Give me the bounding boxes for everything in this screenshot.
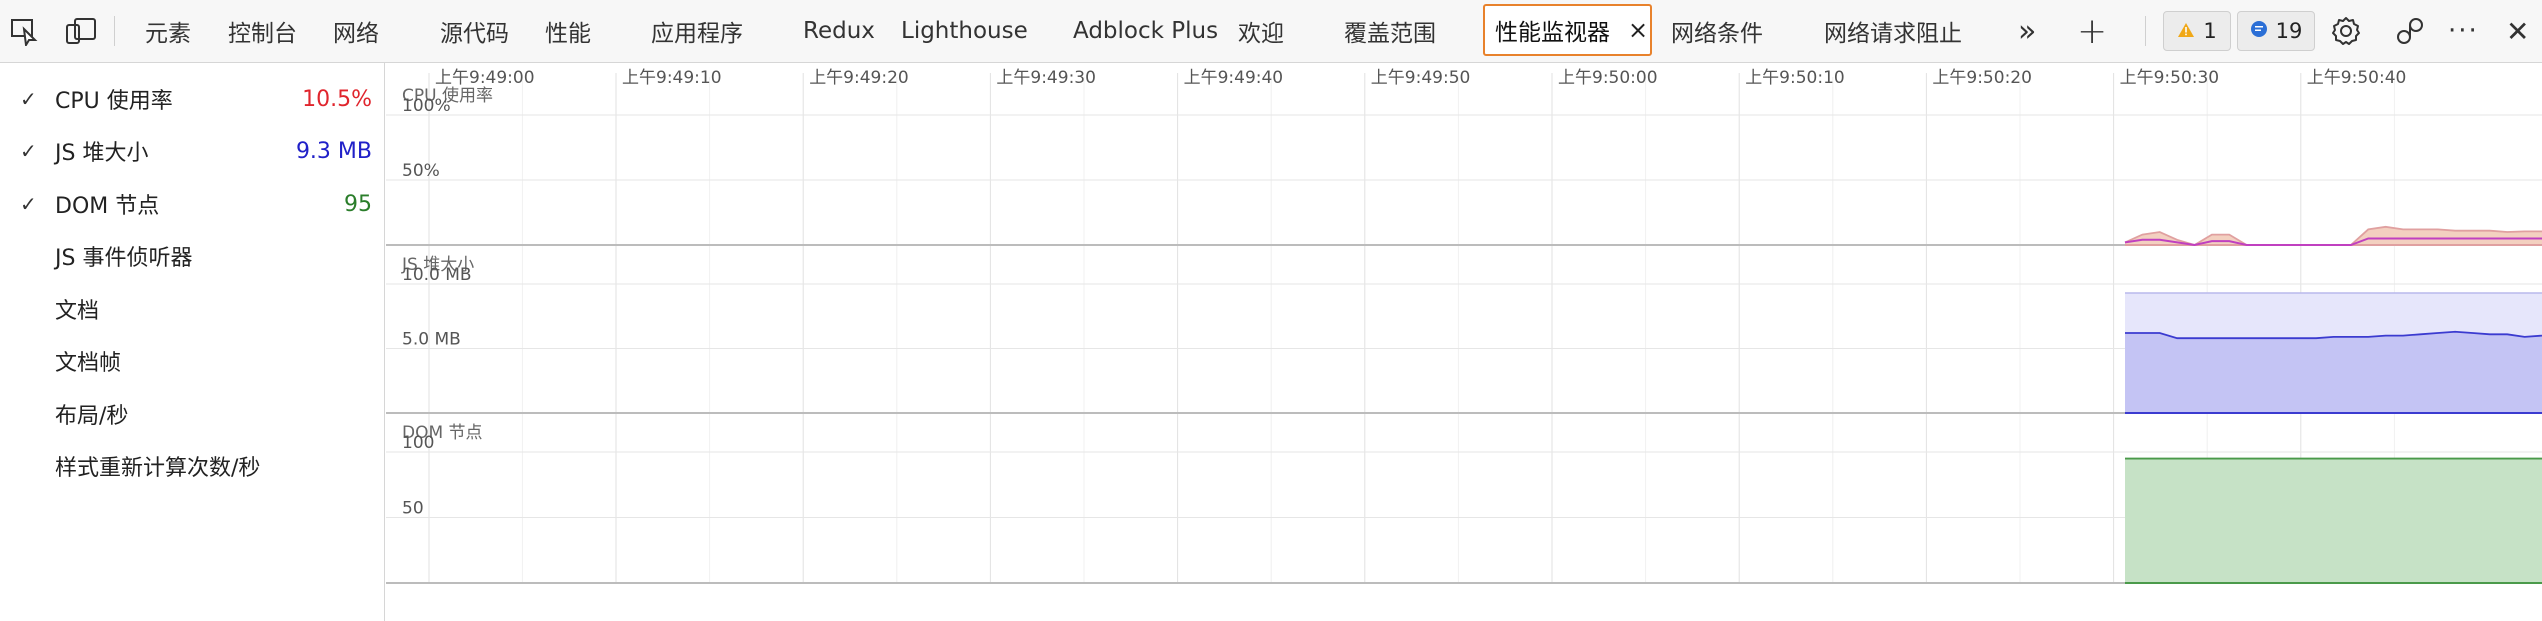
messages-count: 19	[2275, 19, 2303, 43]
metric-label: 布局/秒	[55, 404, 129, 429]
series-area	[2125, 458, 2542, 583]
add-tab-icon[interactable]: +	[2077, 0, 2107, 62]
metric-value: 9.3 MB	[295, 138, 372, 164]
warning-icon	[2177, 19, 2195, 43]
time-tick-label: 上午9:49:30	[996, 68, 1096, 88]
close-tab-icon[interactable]: ×	[1628, 16, 1648, 44]
metric-label: 文档帧	[55, 351, 122, 376]
tab-network-conditions[interactable]: 网络条件	[1671, 0, 1763, 62]
tab-elements[interactable]: 元素	[145, 0, 191, 62]
tab-label: 性能监视器	[1495, 20, 1610, 46]
metric-dom-nodes[interactable]: ✓ DOM 节点 95	[0, 179, 384, 229]
tab-coverage[interactable]: 覆盖范围	[1344, 0, 1436, 62]
metric-label: JS 事件侦听器	[55, 246, 193, 271]
metric-label: 文档	[55, 299, 100, 324]
metric-js-event-listeners[interactable]: JS 事件侦听器	[0, 231, 384, 281]
time-tick-label: 上午9:50:20	[1932, 68, 2032, 88]
tab-application[interactable]: 应用程序	[651, 0, 743, 62]
metric-frames[interactable]: 文档帧	[0, 336, 384, 386]
metric-label: DOM 节点	[55, 194, 160, 219]
performance-monitor-chart: 上午9:49:00 上午9:49:10 上午9:49:20 上午9:49:30 上午9:…	[386, 63, 2542, 621]
time-tick-label: 上午9:49:50	[1371, 68, 1471, 88]
time-tick-label: 上午9:49:40	[1184, 68, 1284, 88]
metric-layouts-per-sec[interactable]: 布局/秒	[0, 389, 384, 439]
check-icon: ✓	[20, 139, 37, 163]
toolbar-divider	[114, 16, 115, 46]
device-toolbar-icon[interactable]	[62, 11, 102, 51]
metric-js-heap-size[interactable]: ✓ JS 堆大小 9.3 MB	[0, 126, 384, 176]
close-devtools-icon[interactable]: ✕	[2506, 0, 2529, 62]
settings-gear-icon[interactable]	[2326, 11, 2366, 51]
feedback-icon[interactable]	[2390, 11, 2430, 51]
tab-adblock-plus[interactable]: Adblock Plus	[1073, 0, 1218, 62]
metrics-list: ✓ CPU 使用率 10.5% ✓ JS 堆大小 9.3 MB ✓ DOM 节点…	[0, 63, 385, 621]
time-tick-label: 上午9:50:30	[2120, 68, 2220, 88]
check-icon: ✓	[20, 87, 37, 111]
metric-cpu-usage[interactable]: ✓ CPU 使用率 10.5%	[0, 74, 384, 124]
time-tick-label: 上午9:49:00	[435, 68, 535, 88]
value-tick-label: 50	[402, 499, 424, 519]
tab-lighthouse[interactable]: Lighthouse	[901, 0, 1028, 62]
check-icon: ✓	[20, 192, 37, 216]
metric-style-recalcs-per-sec[interactable]: 样式重新计算次数/秒	[0, 441, 384, 491]
metric-label: 样式重新计算次数/秒	[55, 456, 261, 481]
more-tabs-icon[interactable]: »	[2018, 0, 2036, 62]
warnings-badge[interactable]: 1	[2163, 11, 2231, 51]
chart-svg: 上午9:49:00 上午9:49:10 上午9:49:20 上午9:49:30 上午9:…	[386, 68, 2542, 584]
metric-value: 95	[344, 191, 372, 217]
tab-network[interactable]: 网络	[333, 0, 379, 62]
messages-badge[interactable]: 19	[2237, 11, 2315, 51]
metric-label: CPU 使用率	[55, 89, 173, 114]
message-icon	[2250, 19, 2268, 43]
metric-value: 10.5%	[302, 86, 372, 112]
warnings-count: 1	[2203, 19, 2217, 43]
tab-console[interactable]: 控制台	[228, 0, 297, 62]
value-tick-label: 5.0 MB	[402, 330, 461, 350]
value-tick-label: 100	[402, 433, 434, 453]
tab-performance-monitor[interactable]: 性能监视器 ×	[1483, 4, 1652, 56]
tab-performance[interactable]: 性能	[545, 0, 591, 62]
toolbar-divider	[2145, 16, 2146, 46]
tab-welcome[interactable]: 欢迎	[1238, 0, 1284, 62]
metric-label: JS 堆大小	[55, 141, 149, 166]
value-tick-label: 100%	[402, 96, 451, 116]
time-tick-label: 上午9:50:10	[1745, 68, 1845, 88]
series-area	[2125, 331, 2542, 413]
tab-sources[interactable]: 源代码	[440, 0, 509, 62]
time-tick-label: 上午9:49:20	[809, 68, 909, 88]
value-tick-label: 50%	[402, 161, 440, 181]
value-tick-label: 10.0 MB	[402, 265, 472, 285]
time-tick-label: 上午9:50:00	[1558, 68, 1658, 88]
time-tick-label: 上午9:49:10	[622, 68, 722, 88]
tab-redux[interactable]: Redux	[803, 0, 875, 62]
devtools-toolbar: 元素 控制台 网络 源代码 性能 应用程序 Redux Lighthouse A…	[0, 0, 2542, 63]
tab-network-request-blocking[interactable]: 网络请求阻止	[1824, 0, 1962, 62]
time-tick-label: 上午9:50:40	[2307, 68, 2407, 88]
more-options-icon[interactable]: ···	[2448, 0, 2479, 62]
metric-documents[interactable]: 文档	[0, 284, 384, 334]
inspect-element-icon[interactable]	[4, 11, 44, 51]
